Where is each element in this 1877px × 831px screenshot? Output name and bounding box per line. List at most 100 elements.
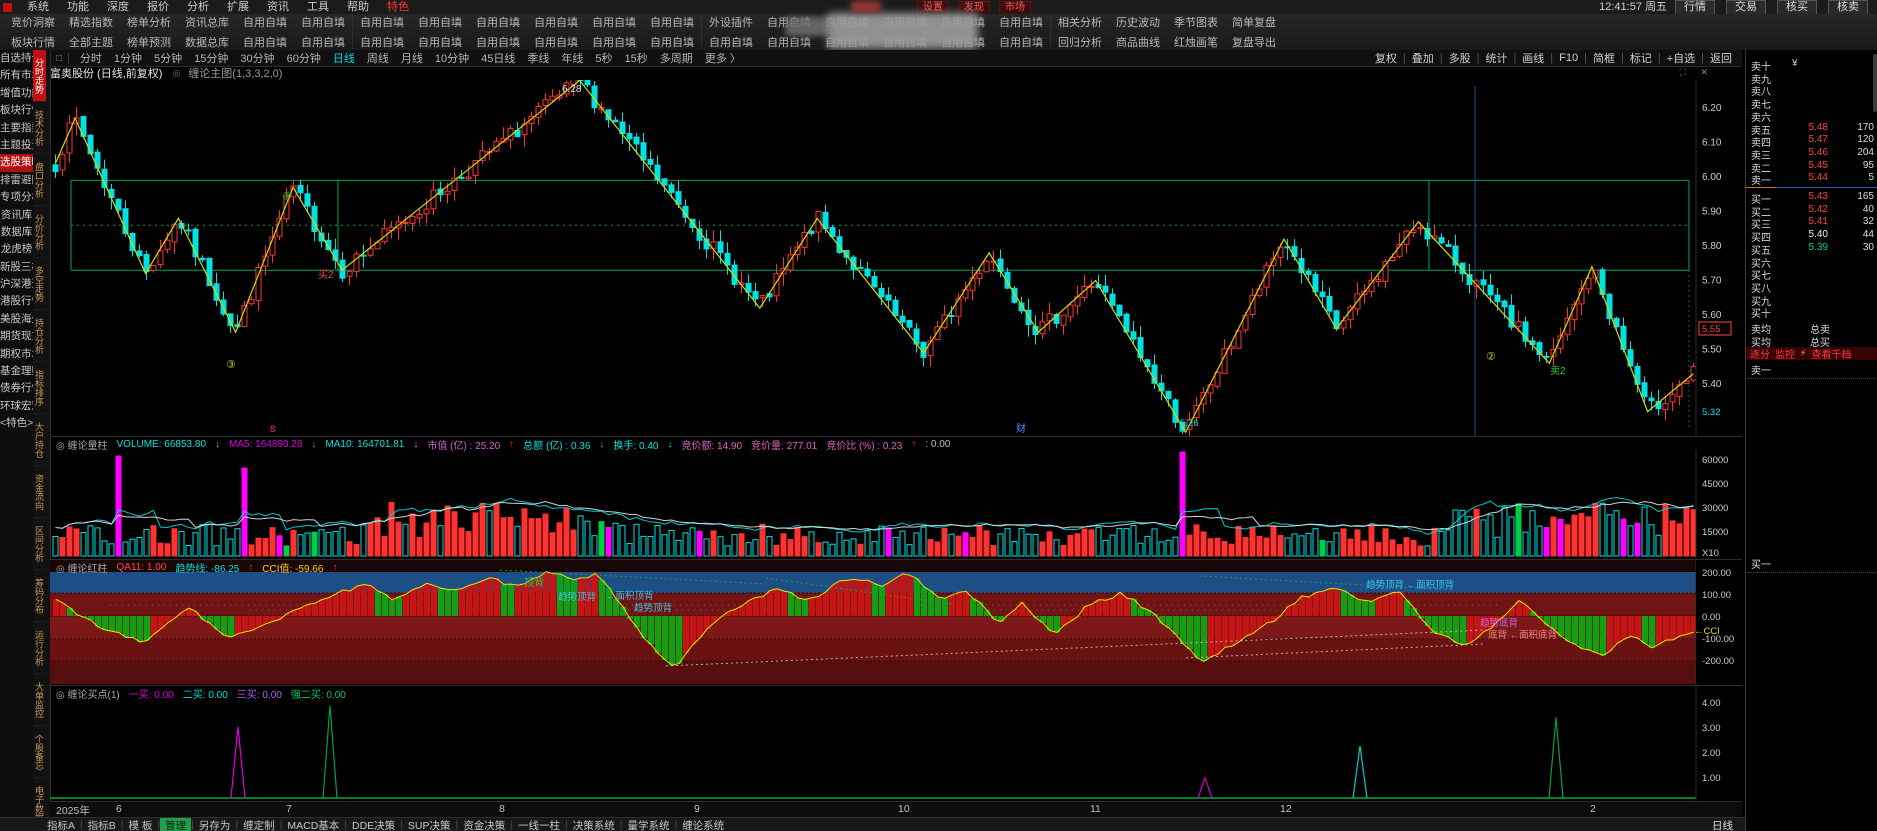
toolbar-button-叠加[interactable]: 叠加 [1406, 50, 1440, 66]
ribbon-button-top[interactable]: 自用自填 [534, 14, 578, 30]
ribbon-button-bottom[interactable]: 数据总库 [185, 34, 229, 50]
ribbon-button-top[interactable]: 自用自填 [650, 14, 694, 30]
quote-row-卖三[interactable]: 卖三5.46204 [1746, 147, 1877, 160]
sidebar-item-选股策略[interactable]: 选股策略 [0, 154, 33, 171]
sidebar-item-所有市场[interactable]: 所有市场 [0, 67, 33, 84]
vtab-分时走势[interactable]: 分时走势 [33, 50, 46, 102]
quote-row-买一[interactable]: 买一5.43165 [1746, 191, 1877, 204]
bottom-tab-DDE决策[interactable]: DDE决策 [347, 818, 400, 831]
toolbar-button-标记[interactable]: 标记 [1624, 50, 1658, 66]
toolbar-button-F10[interactable]: F10 [1553, 52, 1584, 64]
ribbon-button-bottom[interactable]: 自用自填 [592, 34, 636, 50]
ribbon-button-top[interactable]: 自用自填 [301, 14, 345, 30]
sidebar-item-排雷避险[interactable]: 排雷避险 [0, 172, 33, 189]
period-季线[interactable]: 季线 [521, 50, 555, 66]
system-button-核买[interactable]: 核买 [1777, 0, 1817, 15]
quote-row-买十[interactable]: 买十 [1746, 305, 1877, 318]
ribbon-button-top[interactable]: 相关分析 [1058, 14, 1102, 30]
vtab-分价分析[interactable]: 分价分析 [33, 206, 46, 258]
quote-row-买五[interactable]: 买五5.3930 [1746, 242, 1877, 255]
period-60分钟[interactable]: 60分钟 [281, 50, 327, 66]
toolbar-button-简框[interactable]: 简框 [1587, 50, 1621, 66]
ribbon-button-bottom[interactable]: 板块行情 [11, 34, 55, 50]
system-button-行情[interactable]: 行情 [1675, 0, 1715, 15]
bottom-tab-资金决策[interactable]: 资金决策 [458, 818, 510, 831]
quote-row-卖七[interactable]: 卖七 [1746, 96, 1877, 109]
vtab-大户持仓[interactable]: 大户持仓 [33, 414, 46, 466]
sidebar-item-资讯库[interactable]: 资讯库 [0, 207, 33, 224]
vtab-多空走势[interactable]: 多空走势 [33, 258, 46, 310]
bottom-tab-指标A[interactable]: 指标A [42, 818, 80, 831]
bottom-tab-管理[interactable]: 管理 [160, 818, 191, 831]
quote-row-买九[interactable]: 买九 [1746, 293, 1877, 306]
toolbar-button-返回[interactable]: 返回 [1704, 50, 1738, 66]
ribbon-button-bottom[interactable]: 商品曲线 [1116, 34, 1160, 50]
sidebar-item-自选持仓[interactable]: 自选持仓 [0, 50, 33, 67]
quote-action-bar[interactable]: 逐分监控⚡查看千档 [1746, 347, 1877, 360]
ribbon-button-top[interactable]: 自用自填 [592, 14, 636, 30]
sidebar-item-沪深港通[interactable]: 沪深港通 [0, 276, 33, 293]
ribbon-button-top[interactable]: 自用自填 [243, 14, 287, 30]
action-item-查看千档[interactable]: 查看千档 [1811, 346, 1851, 361]
bottom-tab-另存为[interactable]: 另存为 [194, 818, 236, 831]
period-月线[interactable]: 月线 [395, 50, 429, 66]
sidebar-item-基金理财[interactable]: 基金理财 [0, 363, 33, 380]
quote-row-买四[interactable]: 买四5.4044 [1746, 229, 1877, 242]
ribbon-button-bottom[interactable]: 自用自填 [418, 34, 462, 50]
period-5分钟[interactable]: 5分钟 [148, 50, 188, 66]
ribbon-button-bottom[interactable]: 自用自填 [709, 34, 753, 50]
period-5秒[interactable]: 5秒 [589, 50, 618, 66]
period-15分钟[interactable]: 15分钟 [188, 50, 234, 66]
menu-item-深度[interactable]: 深度 [98, 0, 138, 14]
quote-row-买二[interactable]: 买二5.4240 [1746, 204, 1877, 217]
menu-item-帮助[interactable]: 帮助 [338, 0, 378, 14]
ribbon-button-bottom[interactable]: 自用自填 [243, 34, 287, 50]
quote-row-买六[interactable]: 买六 [1746, 255, 1877, 268]
ribbon-button-top[interactable]: 季节图表 [1174, 14, 1218, 30]
ribbon-button-top[interactable]: 精选指数 [69, 14, 113, 30]
quote-row-卖九[interactable]: 卖九 [1746, 71, 1877, 84]
quote-row-卖十[interactable]: 卖十¥ [1746, 58, 1877, 71]
toolbar-button-多股[interactable]: 多股 [1443, 50, 1477, 66]
bottom-tab-决策系统[interactable]: 决策系统 [568, 818, 620, 831]
system-button-交易[interactable]: 交易 [1726, 0, 1766, 15]
ribbon-button-bottom[interactable]: 复盘导出 [1232, 34, 1276, 50]
vtab-运行分析[interactable]: 运行分析 [33, 622, 46, 674]
oscillator-chart[interactable]: 200.00100.000.00-100.00-200.00顶背趋势顶背←面积顶… [50, 560, 1742, 684]
bottom-tab-SUP决策[interactable]: SUP决策 [403, 818, 456, 831]
bottom-tab-MACD基本[interactable]: MACD基本 [282, 818, 344, 831]
toolbar-button-复权[interactable]: 复权 [1369, 50, 1403, 66]
sidebar-item-数据库[interactable]: 数据库 [0, 224, 33, 241]
ribbon-button-bottom[interactable]: 自用自填 [360, 34, 404, 50]
period-周线[interactable]: 周线 [361, 50, 395, 66]
period-15秒[interactable]: 15秒 [619, 50, 654, 66]
sidebar-item-期货现货[interactable]: 期货现货 [0, 328, 33, 345]
sidebar-item-增值功能[interactable]: 增值功能 [0, 85, 33, 102]
menu-item-扩展[interactable]: 扩展 [218, 0, 258, 14]
period-10分钟[interactable]: 10分钟 [429, 50, 475, 66]
period-30分钟[interactable]: 30分钟 [234, 50, 280, 66]
ribbon-button-top[interactable]: 外设插件 [709, 14, 753, 30]
toolbar-button-统计[interactable]: 统计 [1479, 50, 1513, 66]
period-年线[interactable]: 年线 [555, 50, 589, 66]
window-icon[interactable]: □ [56, 53, 62, 64]
sidebar-item-美股海外[interactable]: 美股海外 [0, 311, 33, 328]
vtab-区间分析[interactable]: 区间分析 [33, 518, 46, 570]
bottom-tab-缠论系统[interactable]: 缠论系统 [677, 818, 729, 831]
bottom-tab-量学系统[interactable]: 量学系统 [622, 818, 674, 831]
ribbon-button-bottom[interactable]: 自用自填 [301, 34, 345, 50]
menu-item-特色[interactable]: 特色 [378, 0, 418, 14]
sidebar-item-专项分析[interactable]: 专项分析 [0, 189, 33, 206]
vtab-指标排序[interactable]: 指标排序 [33, 362, 46, 414]
quote-row-卖六[interactable]: 卖六 [1746, 109, 1877, 122]
ribbon-button-top[interactable]: 自用自填 [476, 14, 520, 30]
ribbon-button-top[interactable]: 自用自填 [360, 14, 404, 30]
vtab-盘口分析[interactable]: 盘口分析 [33, 154, 46, 206]
vtab-资金流向[interactable]: 资金流向 [33, 466, 46, 518]
menu-item-功能[interactable]: 功能 [58, 0, 98, 14]
period-45日线[interactable]: 45日线 [475, 50, 521, 66]
collapse-icon[interactable]: ◎ [172, 68, 180, 79]
sidebar-item-港股行情[interactable]: 港股行情 [0, 293, 33, 310]
ribbon-button-bottom[interactable]: 自用自填 [650, 34, 694, 50]
quote-row-卖四[interactable]: 卖四5.47120 [1746, 134, 1877, 147]
